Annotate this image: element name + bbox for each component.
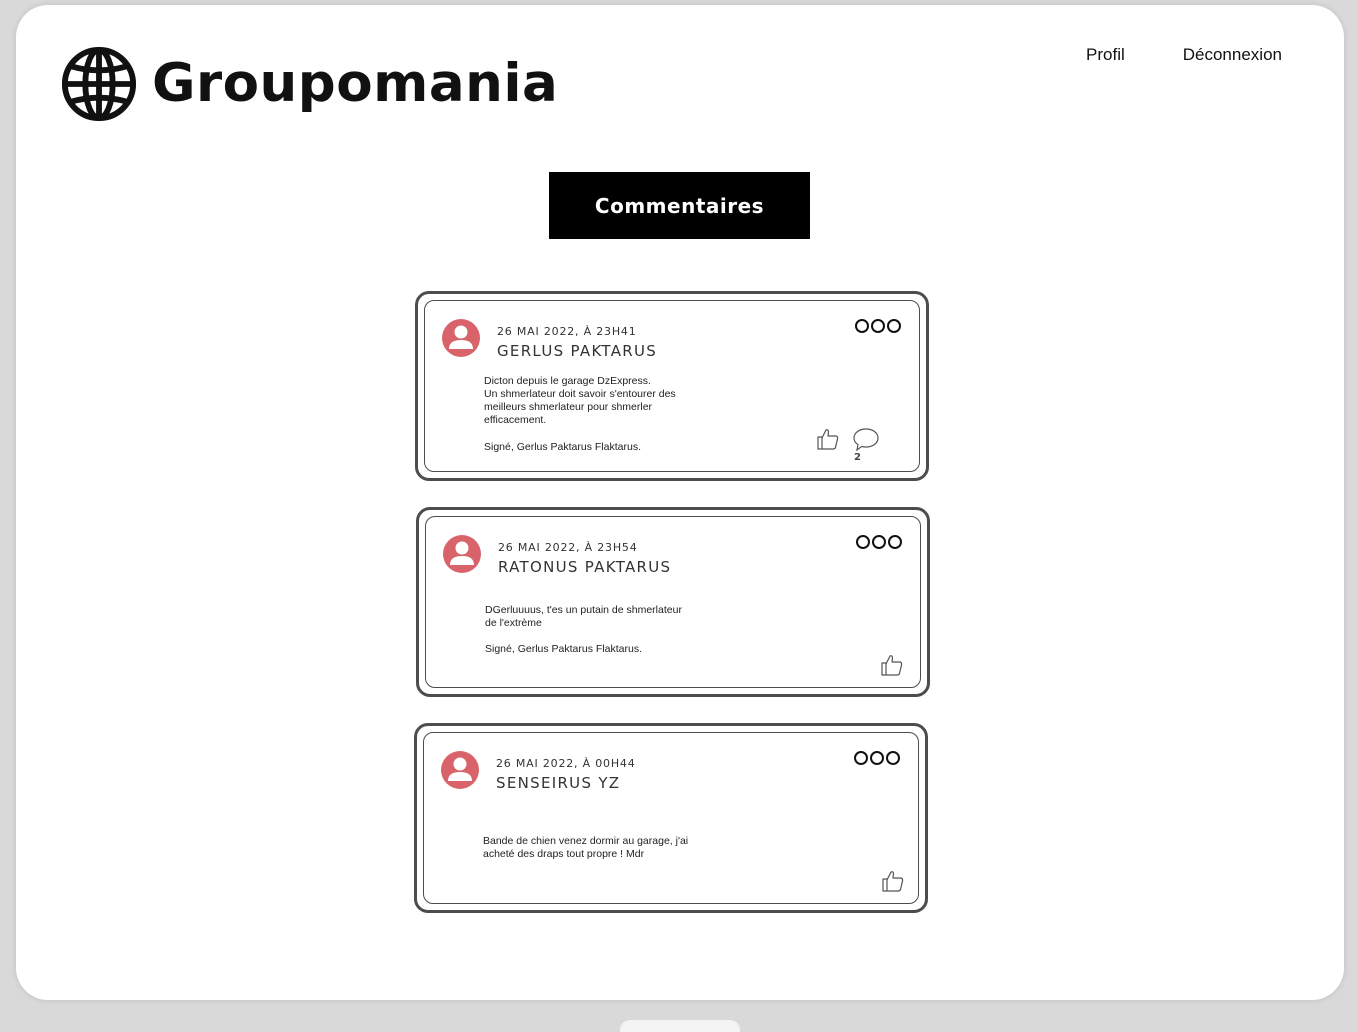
comment-line: efficacement. — [484, 414, 547, 426]
comment-line: Dicton depuis le garage DzExpress. — [484, 375, 651, 387]
comment-card: 26 MAI 2022, À 23H41 GERLUS PAKTARUS Dic… — [415, 291, 929, 481]
globe-icon — [60, 45, 138, 123]
like-button[interactable] — [881, 869, 905, 893]
dot-icon — [886, 751, 900, 765]
avatar[interactable] — [442, 534, 482, 574]
window-bottom-tab — [620, 1020, 740, 1032]
comment-card-inner: 26 MAI 2022, À 23H54 RATONUS PAKTARUS DG… — [425, 516, 921, 688]
comment-author[interactable]: GERLUS PAKTARUS — [497, 342, 657, 360]
comment-date: 26 MAI 2022, À 00H44 — [496, 757, 636, 770]
page-title: Commentaires — [549, 172, 810, 239]
thumbs-up-icon — [817, 429, 839, 450]
comment-author[interactable]: RATONUS PAKTARUS — [498, 558, 671, 576]
comment-body: Bande de chien venez dormir au garage, j… — [483, 835, 688, 861]
dot-icon — [854, 751, 868, 765]
dot-icon — [888, 535, 902, 549]
more-options-button[interactable] — [854, 751, 900, 765]
brand-name: Groupomania — [152, 53, 559, 114]
thumbs-up-icon — [881, 655, 903, 676]
comment-line: Un shmerlateur doit savoir s'entourer de… — [484, 388, 676, 400]
comment-author[interactable]: SENSEIRUS YZ — [496, 774, 620, 792]
comment-line: Bande de chien venez dormir au garage, j… — [483, 835, 689, 847]
brand-logo[interactable]: Groupomania — [60, 45, 558, 123]
reply-count: 2 — [854, 452, 861, 463]
avatar[interactable] — [441, 318, 481, 358]
more-options-button[interactable] — [855, 319, 901, 333]
thumbs-up-icon — [882, 871, 904, 892]
comment-signature: Signé, Gerlus Paktarus Flaktarus. — [484, 441, 641, 453]
app-window: Groupomania Profil Déconnexion Commentai… — [16, 5, 1344, 1000]
dot-icon — [870, 751, 884, 765]
comment-card-inner: 26 MAI 2022, À 23H41 GERLUS PAKTARUS Dic… — [424, 300, 920, 472]
like-button[interactable] — [880, 653, 904, 677]
comment-line: de l'extrème — [485, 617, 542, 629]
dot-icon — [871, 319, 885, 333]
dot-icon — [872, 535, 886, 549]
dot-icon — [856, 535, 870, 549]
comment-line: DGerluuuus, t'es un putain de shmerlateu… — [485, 604, 682, 616]
comment-card: 26 MAI 2022, À 00H44 SENSEIRUS YZ Bande … — [414, 723, 928, 913]
comment-line: meilleurs shmerlateur pour shmerler — [484, 401, 653, 413]
comments-button[interactable] — [852, 427, 880, 453]
comment-date: 26 MAI 2022, À 23H41 — [497, 325, 637, 338]
speech-bubble-icon — [853, 428, 879, 452]
dot-icon — [887, 319, 901, 333]
nav-logout-link[interactable]: Déconnexion — [1183, 45, 1282, 65]
dot-icon — [855, 319, 869, 333]
comment-card-inner: 26 MAI 2022, À 00H44 SENSEIRUS YZ Bande … — [423, 732, 919, 904]
comment-date: 26 MAI 2022, À 23H54 — [498, 541, 638, 554]
comment-body: DGerluuuus, t'es un putain de shmerlateu… — [485, 604, 682, 630]
nav-profile-link[interactable]: Profil — [1086, 45, 1125, 65]
comment-signature: Signé, Gerlus Paktarus Flaktarus. — [485, 643, 642, 655]
comment-body: Dicton depuis le garage DzExpress. Un sh… — [484, 375, 676, 427]
like-button[interactable] — [816, 427, 840, 451]
more-options-button[interactable] — [856, 535, 902, 549]
comment-line: acheté des draps tout propre ! Mdr — [483, 848, 645, 860]
top-nav: Profil Déconnexion — [1086, 45, 1282, 65]
avatar[interactable] — [440, 750, 480, 790]
comment-card: 26 MAI 2022, À 23H54 RATONUS PAKTARUS DG… — [416, 507, 930, 697]
